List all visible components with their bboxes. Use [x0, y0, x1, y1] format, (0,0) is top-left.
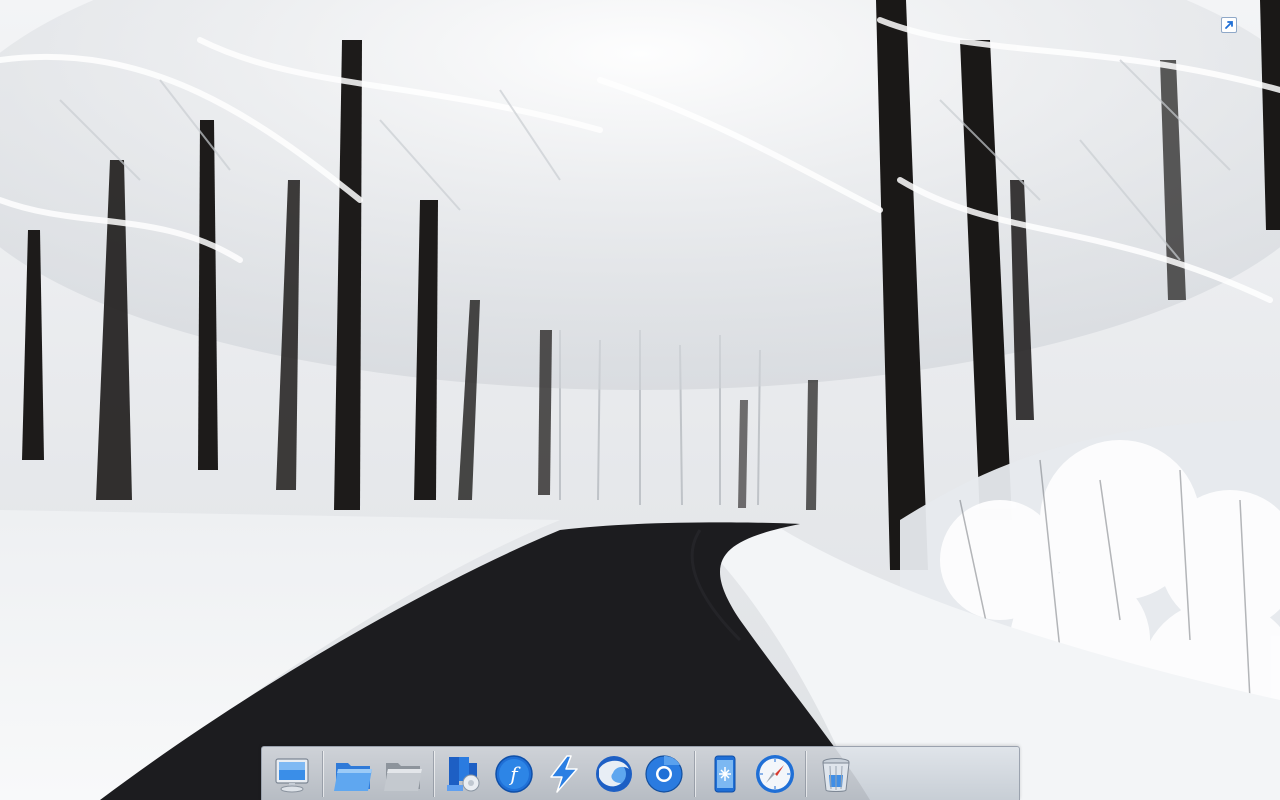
safari-compass-icon[interactable] [753, 751, 797, 797]
firefox-icon[interactable] [592, 751, 636, 797]
phone-snowflake-icon[interactable] [703, 751, 747, 797]
blue-folder-icon[interactable] [331, 751, 375, 797]
shortcut-arrow-icon[interactable] [1221, 17, 1237, 33]
dock-group-system [262, 747, 322, 800]
flash-player-icon[interactable]: f [492, 751, 536, 797]
trash-bin-icon[interactable] [814, 751, 858, 797]
chrome-icon[interactable] [642, 751, 686, 797]
application-dock: f [261, 746, 1020, 800]
lightning-launcher-icon[interactable] [542, 751, 586, 797]
dock-group-folders [323, 747, 433, 800]
gray-folder-icon[interactable] [381, 751, 425, 797]
office-suite-icon[interactable] [442, 751, 486, 797]
dock-group-utilities [695, 747, 805, 800]
desktop-wallpaper [0, 0, 1280, 800]
dock-group-apps: f [434, 747, 694, 800]
dock-group-trash [806, 747, 866, 800]
computer-monitor-icon[interactable] [270, 751, 314, 797]
